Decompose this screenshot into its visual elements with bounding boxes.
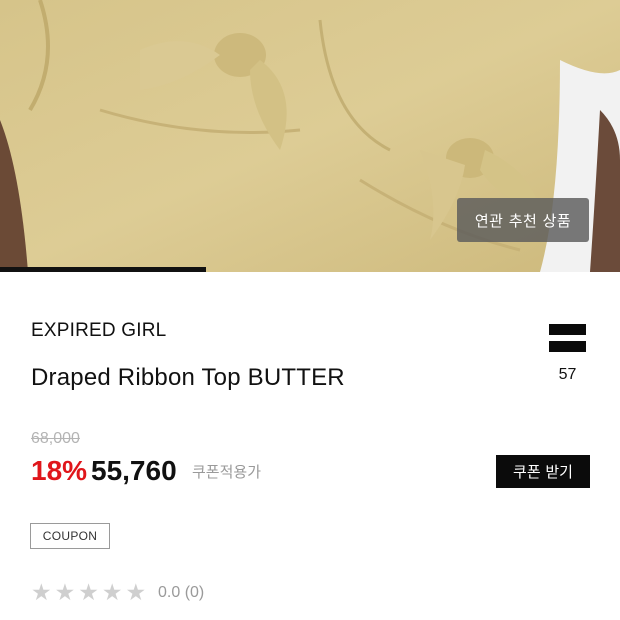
get-coupon-button[interactable]: 쿠폰 받기 [496,455,590,488]
carousel-progress-fill [0,267,207,272]
star-icon: ★ [125,579,147,605]
star-icon: ★ [78,579,99,605]
related-products-button[interactable]: 연관 추천 상품 [457,198,589,242]
star-icon: ★ [101,579,123,605]
rating-summary: 0.0 (0) [158,584,205,601]
discount-rate: 18% [31,455,88,486]
carousel-progress [0,267,620,272]
original-price: 68,000 [31,430,80,447]
rating-stars: ★ ★ ★ ★ ★ [31,581,146,604]
brand-name[interactable]: EXPIRED GIRL [31,320,166,342]
sale-price: 55,760 [91,455,177,486]
wishlist-count: 57 [558,366,577,383]
coupon-price-note: 쿠폰적용가 [192,463,262,481]
star-icon: ★ [54,579,76,605]
coupon-badge: COUPON [30,523,110,549]
star-icon: ★ [31,579,52,605]
product-title: Draped Ribbon Top BUTTER [31,364,345,391]
product-image-carousel[interactable]: 연관 추천 상품 [0,0,620,272]
wishlist-icon[interactable] [549,324,586,354]
